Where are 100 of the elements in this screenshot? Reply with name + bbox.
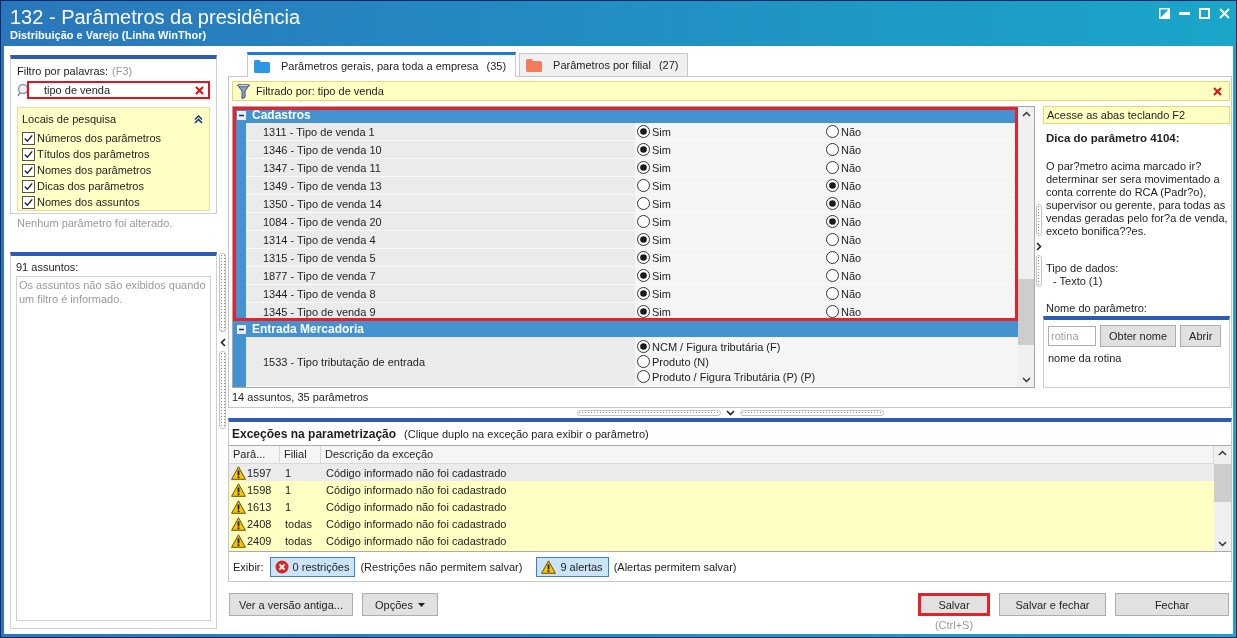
radio-label: Sim <box>652 287 671 300</box>
checkbox[interactable] <box>22 163 35 177</box>
radio-label: Sim <box>652 125 671 138</box>
chevron-left-icon[interactable] <box>219 338 226 347</box>
radio-button[interactable] <box>826 269 839 282</box>
warning-icon <box>231 465 246 480</box>
change-status-text: Nenhum parâmetro foi alterado. <box>17 217 174 230</box>
splitter-handle[interactable] <box>576 410 721 416</box>
radio-button[interactable] <box>826 179 839 192</box>
checkbox[interactable] <box>22 179 35 193</box>
radio-label: Sim <box>652 233 671 246</box>
scrollbar-thumb[interactable] <box>1214 464 1231 502</box>
radio-button[interactable] <box>826 287 839 300</box>
parameter-name: 1314 - Tipo de venda 4 <box>246 231 635 249</box>
double-chevron-icon[interactable] <box>194 114 203 124</box>
splitter-handle[interactable] <box>219 253 226 332</box>
table-cell: Código informado não foi cadastrado <box>326 517 507 530</box>
routine-name-text: nome da rotina <box>1048 352 1123 365</box>
radio-button[interactable] <box>826 143 839 156</box>
warning-icon <box>231 482 246 497</box>
close-window-button[interactable] <box>1218 7 1231 20</box>
open-button[interactable]: Abrir <box>1180 325 1222 347</box>
search-field[interactable]: tipo de venda <box>27 81 210 99</box>
caret-icon <box>417 602 425 607</box>
tab[interactable]: Parâmetros por filial (27) <box>519 53 689 76</box>
chevron-up-icon[interactable] <box>1021 111 1031 117</box>
filter-toggle-button[interactable]: 9 alertas <box>536 557 609 577</box>
close-button[interactable]: Fechar <box>1115 593 1229 616</box>
checkbox[interactable] <box>22 147 35 161</box>
old-version-button[interactable]: Ver a versão antiga... <box>229 593 353 616</box>
close-icon[interactable] <box>1213 86 1222 96</box>
table-cell: 1613 <box>247 500 272 513</box>
chevron-down-icon[interactable] <box>1218 541 1227 547</box>
parameter-name: 1344 - Tipo de venda 8 <box>246 285 635 303</box>
radio-button[interactable] <box>637 143 650 156</box>
exception-row[interactable]: 1597 1 Código informado não foi cadastrado <box>229 464 1214 481</box>
snap-button[interactable] <box>1158 7 1171 20</box>
scrollbar[interactable] <box>1214 446 1231 551</box>
splitter-handle[interactable] <box>1035 204 1042 236</box>
radio-button[interactable] <box>826 161 839 174</box>
radio-button[interactable] <box>637 179 650 192</box>
tab[interactable]: Parâmetros gerais, para toda a empresa (35) <box>247 52 517 77</box>
radio-label: Sim <box>652 161 671 174</box>
column-header[interactable]: Filial <box>280 446 321 463</box>
radio-button[interactable] <box>637 355 650 368</box>
save-and-close-button[interactable]: Salvar e fechar <box>999 593 1106 616</box>
splitter-handle[interactable] <box>739 410 884 416</box>
table-cell: Código informado não foi cadastrado <box>326 466 507 479</box>
radio-button[interactable] <box>637 125 650 138</box>
clear-icon[interactable] <box>195 85 204 95</box>
scrollbar-thumb[interactable] <box>1018 279 1034 345</box>
radio-label: Não <box>841 197 862 210</box>
chevron-down-icon[interactable] <box>725 410 735 416</box>
radio-button[interactable] <box>637 251 650 264</box>
checkbox-label: Nomes dos assuntos <box>37 196 140 208</box>
radio-button[interactable] <box>637 269 650 282</box>
splitter-handle[interactable] <box>1035 255 1042 287</box>
filter-toggle-button[interactable]: 0 restrições <box>269 557 356 577</box>
checkbox-label: Números dos parâmetros <box>37 132 162 144</box>
radio-button[interactable] <box>637 161 650 174</box>
table-cell: 1598 <box>247 483 272 496</box>
checkbox[interactable] <box>22 195 35 209</box>
hint-title: Dica do parâmetro 4104: <box>1045 131 1181 145</box>
parameter-name: 1345 - Tipo de venda 9 <box>246 303 635 321</box>
split-square-icon <box>1159 8 1170 19</box>
options-button[interactable]: Opções <box>361 593 438 616</box>
save-button[interactable]: Salvar <box>918 593 990 616</box>
column-header[interactable]: Parâ... <box>229 446 280 463</box>
radio-button[interactable] <box>826 197 839 210</box>
collapse-icon[interactable] <box>237 324 246 334</box>
chevron-right-icon[interactable] <box>1035 242 1042 251</box>
section-title[interactable]: Locais de pesquisa <box>22 113 117 125</box>
radio-button[interactable] <box>637 215 650 228</box>
collapse-icon[interactable] <box>237 110 246 120</box>
splitter-handle[interactable] <box>219 351 226 429</box>
checkbox[interactable] <box>22 131 35 145</box>
chevron-down-icon[interactable] <box>1021 377 1031 383</box>
get-name-button[interactable]: Obter nome <box>1100 325 1177 347</box>
radio-button[interactable] <box>637 233 650 246</box>
toggle-note: (Alertas permitem salvar) <box>613 561 737 573</box>
radio-button[interactable] <box>826 305 839 318</box>
radio-button[interactable] <box>637 287 650 300</box>
radio-button[interactable] <box>637 370 650 383</box>
radio-label: Não <box>841 161 862 174</box>
radio-button[interactable] <box>826 125 839 138</box>
chevron-up-icon[interactable] <box>1218 450 1227 456</box>
search-icon <box>17 83 27 97</box>
radio-button[interactable] <box>637 340 650 353</box>
radio-label: Não <box>841 215 862 228</box>
parameter-name: 1350 - Tipo de venda 14 <box>246 195 635 213</box>
routine-field[interactable]: rotina <box>1048 326 1096 346</box>
radio-button[interactable] <box>826 233 839 246</box>
radio-button[interactable] <box>637 197 650 210</box>
radio-button[interactable] <box>826 251 839 264</box>
radio-button[interactable] <box>826 215 839 228</box>
maximize-button[interactable] <box>1198 7 1211 20</box>
radio-label: Não <box>841 179 862 192</box>
radio-button[interactable] <box>637 305 650 318</box>
shortcut-hint: (F3) <box>112 64 133 78</box>
scrollbar[interactable] <box>1018 107 1034 387</box>
